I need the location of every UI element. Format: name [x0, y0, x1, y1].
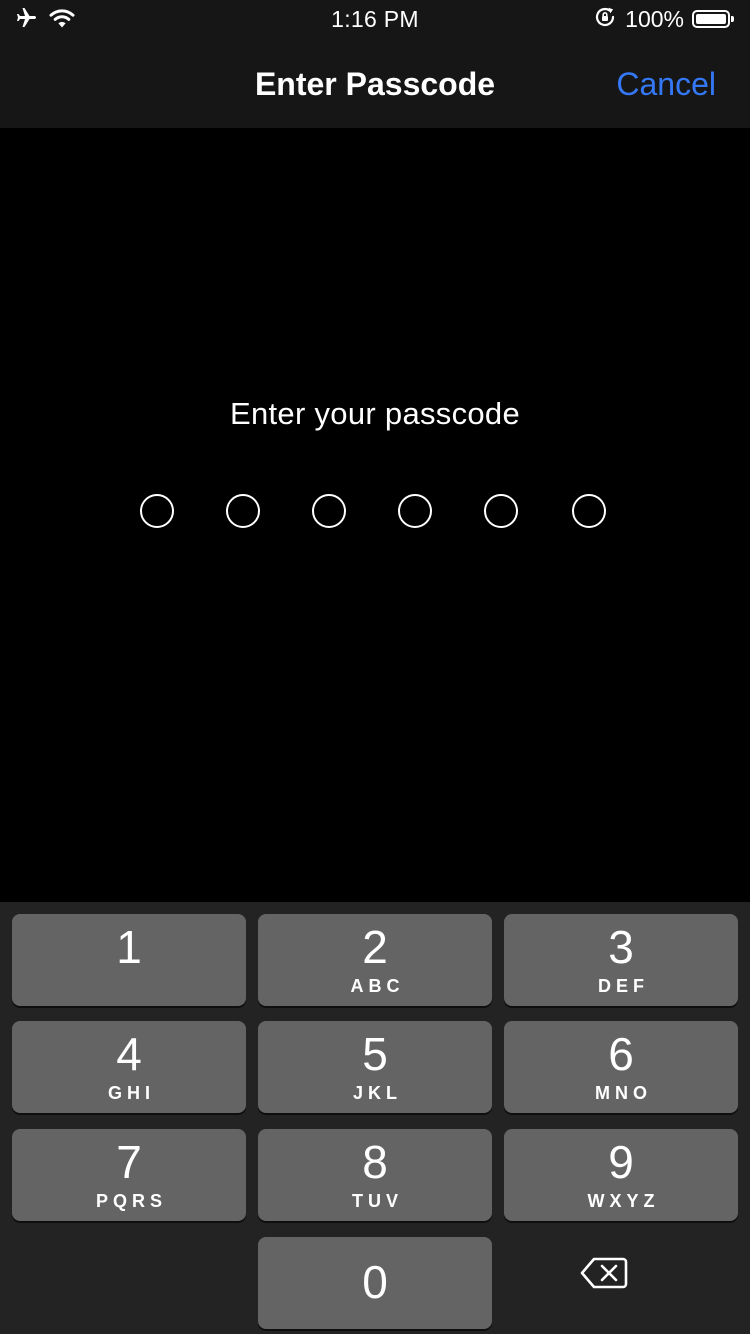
- key-letters: JKL: [352, 1083, 402, 1103]
- key-6[interactable]: 6 MNO: [504, 1021, 738, 1113]
- key-0[interactable]: 0: [258, 1237, 492, 1329]
- key-digit: 5: [362, 1028, 388, 1080]
- key-digit: 3: [608, 921, 634, 973]
- key-letters: GHI: [107, 1083, 155, 1103]
- key-digit: 8: [362, 1136, 388, 1188]
- battery-icon: [692, 10, 734, 28]
- passcode-dot: [484, 494, 518, 528]
- key-7[interactable]: 7 PQRS: [12, 1129, 246, 1221]
- passcode-dot: [312, 494, 346, 528]
- key-8[interactable]: 8 TUV: [258, 1129, 492, 1221]
- key-5[interactable]: 5 JKL: [258, 1021, 492, 1113]
- key-2[interactable]: 2 ABC: [258, 914, 492, 1006]
- delete-backspace-icon: [580, 1256, 628, 1295]
- key-letters: TUV: [352, 1191, 403, 1211]
- key-letters: PQRS: [95, 1191, 167, 1211]
- key-3[interactable]: 3 DEF: [504, 914, 738, 1006]
- key-9[interactable]: 9 WXYZ: [504, 1129, 738, 1221]
- battery-fill: [696, 14, 726, 24]
- passcode-dot: [398, 494, 432, 528]
- key-letters: DEF: [598, 976, 649, 996]
- battery-nub: [731, 16, 734, 22]
- passcode-dot: [226, 494, 260, 528]
- key-letters: ABC: [350, 976, 405, 996]
- key-digit: 4: [116, 1028, 142, 1080]
- key-digit: 9: [608, 1136, 634, 1188]
- key-digit: 1: [116, 921, 142, 973]
- key-4[interactable]: 4 GHI: [12, 1021, 246, 1113]
- key-digit: 0: [362, 1256, 388, 1308]
- key-1[interactable]: 1: [12, 914, 246, 1006]
- nav-bar: Enter Passcode Cancel: [0, 40, 750, 128]
- cancel-button[interactable]: Cancel: [616, 64, 716, 104]
- delete-button[interactable]: [580, 1256, 672, 1306]
- passcode-dot: [140, 494, 174, 528]
- key-digit: 7: [116, 1136, 142, 1188]
- battery-percent: 100%: [625, 6, 684, 32]
- passcode-dots: [0, 494, 750, 534]
- orientation-lock-icon: [593, 5, 617, 34]
- key-digit: 2: [362, 921, 388, 973]
- status-right: 100%: [593, 4, 736, 34]
- key-digit: 6: [608, 1028, 634, 1080]
- passcode-dot: [572, 494, 606, 528]
- key-letters: MNO: [595, 1083, 652, 1103]
- passcode-prompt: Enter your passcode: [229, 396, 521, 431]
- keypad: 1 2 ABC 3 DEF 4 GHI 5 JKL 6 MNO 7 PQRS 8…: [0, 902, 750, 1334]
- status-bar: 1:16 PM 100%: [0, 0, 750, 40]
- key-letters: WXYZ: [587, 1191, 660, 1211]
